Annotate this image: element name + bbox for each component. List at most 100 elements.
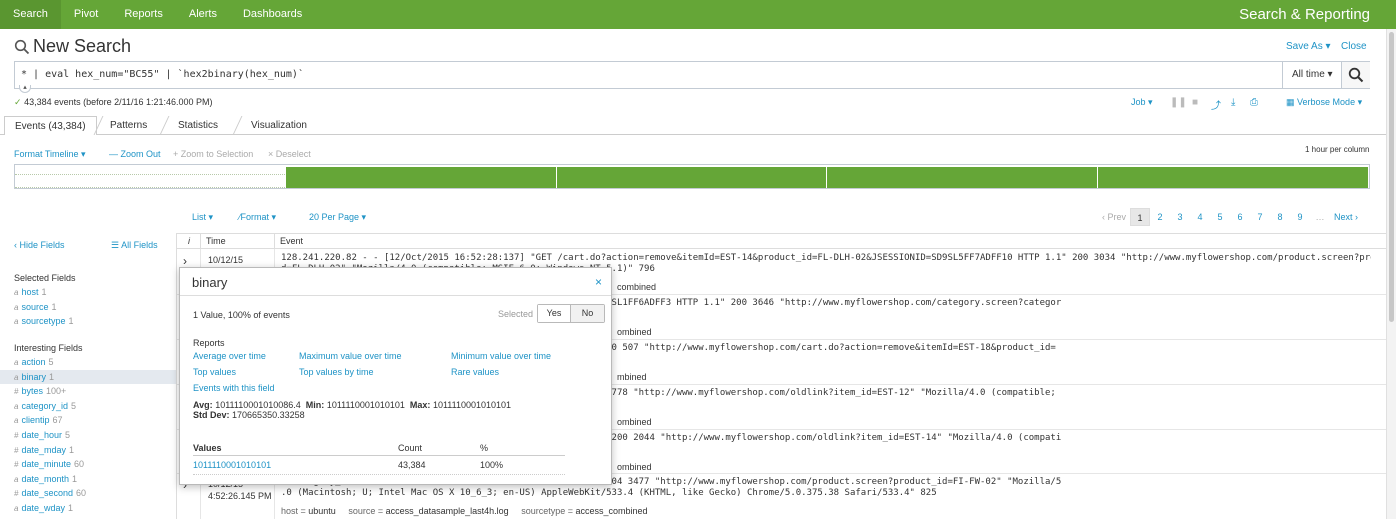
page-button[interactable]: 2 (1150, 208, 1170, 226)
field-type-icon: a (14, 288, 19, 297)
hide-fields-button[interactable]: ‹ Hide Fields (14, 240, 65, 250)
scrollbar-thumb[interactable] (1389, 32, 1394, 322)
page-button[interactable]: 9 (1290, 208, 1310, 226)
host-value[interactable]: ubuntu (308, 506, 348, 516)
next-page-button[interactable]: Next › (1330, 208, 1362, 226)
nav-dashboards[interactable]: Dashboards (230, 0, 315, 29)
job-menu[interactable]: Job ▾ (1131, 97, 1153, 108)
timeline-bar[interactable] (1098, 167, 1369, 188)
field-item-date-mday[interactable]: # date_mday 1 (0, 443, 176, 457)
export-icon[interactable]: ⤓ (1231, 97, 1235, 108)
zoom-out-button[interactable]: — Zoom Out (109, 149, 161, 159)
field-type-icon: a (14, 474, 19, 484)
field-item-sourcetype[interactable]: a sourcetype 1 (0, 314, 176, 328)
select-yes-button[interactable]: Yes (538, 305, 571, 322)
sourcetype-value[interactable]: mbined (617, 372, 647, 382)
tab-patterns[interactable]: Patterns (100, 116, 157, 135)
page-button[interactable]: 1 (1130, 208, 1150, 226)
max-label: Max: (409, 400, 431, 410)
field-name: category_id (21, 400, 68, 411)
field-item-date-wday[interactable]: a date_wday 1 (0, 501, 176, 515)
format-menu[interactable]: ⁄Format ▾ (239, 212, 276, 223)
search-button[interactable] (1341, 62, 1370, 88)
field-item-date-hour[interactable]: # date_hour 5 (0, 428, 176, 442)
timeline-bar[interactable] (556, 167, 828, 188)
collapse-search-icon[interactable]: ▴ (19, 84, 31, 93)
field-item-bytes[interactable]: # bytes 100+ (0, 384, 176, 398)
tab-statistics[interactable]: Statistics (168, 116, 228, 135)
field-item-date-second[interactable]: # date_second 60 (0, 486, 176, 500)
event-meta: ombined (617, 327, 652, 337)
pause-icon[interactable]: ❚❚ (1170, 97, 1187, 108)
timeline-bar[interactable] (827, 167, 1099, 188)
field-count: 100+ (45, 386, 67, 397)
nav-reports[interactable]: Reports (111, 0, 176, 29)
sourcetype-value[interactable]: ombined (617, 417, 652, 427)
page-button[interactable]: 7 (1250, 208, 1270, 226)
field-item-clientip[interactable]: a clientip 67 (0, 413, 176, 427)
field-item-binary[interactable]: a binary 1 (0, 369, 176, 384)
expand-row-icon[interactable]: › (183, 254, 187, 268)
event-text: 128.241.220.82 - - [12/Oct/2015 16:52:28… (281, 253, 1371, 263)
sourcetype-value[interactable]: combined (617, 282, 656, 292)
nav-alerts[interactable]: Alerts (176, 0, 230, 29)
close-icon[interactable]: × (595, 275, 602, 289)
field-item-source[interactable]: a source 1 (0, 300, 176, 314)
sourcetype-value[interactable]: ombined (617, 327, 652, 337)
report-minimum-over-time[interactable]: Minimum value over time (451, 351, 551, 361)
report-top-values-by-time[interactable]: Top values by time (299, 367, 374, 377)
format-timeline-button[interactable]: Format Timeline ▾ (14, 149, 86, 160)
field-item-date-month[interactable]: a date_month 1 (0, 472, 176, 486)
value-link[interactable]: 1011110001010101 (193, 460, 271, 470)
tab-visualization[interactable]: Visualization (241, 116, 317, 135)
prev-page-button[interactable]: ‹ Prev (1098, 208, 1130, 226)
page-button[interactable]: 8 (1270, 208, 1290, 226)
column-header-time[interactable]: Time (201, 234, 275, 248)
field-type-icon: # (14, 489, 19, 499)
share-icon[interactable]: ⤴ (1211, 97, 1221, 112)
page-button[interactable]: 4 (1190, 208, 1210, 226)
save-as-button[interactable]: Save As ▾ (1286, 41, 1331, 52)
nav-pivot[interactable]: Pivot (61, 0, 111, 29)
page-button[interactable]: 5 (1210, 208, 1230, 226)
timeline-chart[interactable] (14, 164, 1370, 189)
sourcetype-value[interactable]: ombined (617, 462, 652, 472)
report-maximum-over-time[interactable]: Maximum value over time (299, 351, 402, 361)
print-icon[interactable]: ⎙ (1250, 97, 1258, 108)
per-page-menu[interactable]: 20 Per Page ▾ (309, 212, 366, 223)
search-mode-menu[interactable]: ▦ Verbose Mode ▾ (1286, 97, 1362, 108)
field-type-icon: # (14, 460, 19, 470)
page-scrollbar[interactable] (1386, 29, 1396, 519)
select-no-button[interactable]: No (571, 305, 604, 322)
page-button[interactable]: 6 (1230, 208, 1250, 226)
page-button[interactable]: 3 (1170, 208, 1190, 226)
nav-search[interactable]: Search (0, 0, 61, 29)
field-count: 1 (68, 503, 74, 513)
report-events-with-field[interactable]: Events with this field (193, 383, 275, 393)
tab-events[interactable]: Events (43,384) (4, 116, 97, 136)
stop-icon[interactable]: ■ (1192, 97, 1198, 108)
report-top-values[interactable]: Top values (193, 367, 236, 377)
std-dev-label: Std Dev: (193, 410, 230, 420)
field-item-category-id[interactable]: a category_id 5 (0, 399, 176, 413)
sourcetype-value[interactable]: access_combined (575, 506, 647, 516)
field-type-icon: a (14, 302, 19, 312)
field-item-host[interactable]: a host 1 (0, 285, 176, 299)
field-name: host (21, 287, 39, 297)
deselect-button[interactable]: × Deselect (268, 149, 311, 159)
field-item-date-minute[interactable]: # date_minute 60 (0, 457, 176, 471)
timeline-bar[interactable] (285, 167, 557, 188)
report-average-over-time[interactable]: Average over time (193, 351, 266, 361)
zoom-to-selection-button[interactable]: + Zoom to Selection (173, 149, 253, 159)
table-header: i Time Event (177, 233, 1386, 249)
time-range-picker[interactable]: All time ▾ (1282, 62, 1341, 88)
source-value[interactable]: access_datasample_last4h.log (386, 506, 522, 516)
list-view-menu[interactable]: List ▾ (192, 212, 213, 223)
all-fields-button[interactable]: ☰ All Fields (111, 240, 158, 251)
report-rare-values[interactable]: Rare values (451, 367, 499, 377)
field-name: sourcetype (21, 316, 66, 327)
close-button[interactable]: Close (1341, 41, 1367, 52)
field-type-icon: a (14, 401, 19, 411)
field-item-action[interactable]: a action 5 (0, 355, 176, 369)
search-input[interactable]: * | eval hex_num="BC55" | `hex2binary(he… (21, 69, 304, 80)
